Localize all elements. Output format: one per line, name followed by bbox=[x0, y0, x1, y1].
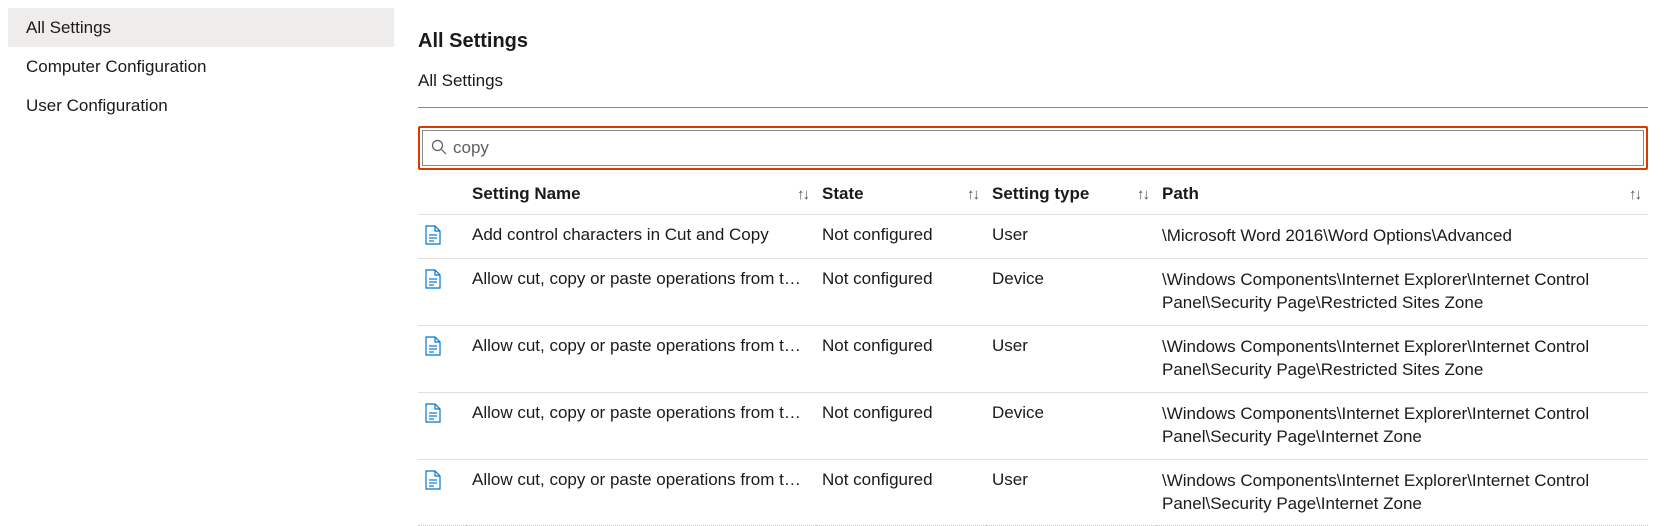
search-input[interactable] bbox=[453, 138, 1635, 158]
table-row[interactable]: Allow cut, copy or paste operations from… bbox=[418, 459, 1648, 526]
cell-setting-name: Allow cut, copy or paste operations from… bbox=[466, 392, 816, 459]
document-icon bbox=[418, 258, 466, 325]
cell-setting-name: Add control characters in Cut and Copy bbox=[466, 215, 816, 259]
cell-path: \Windows Components\Internet Explorer\In… bbox=[1156, 258, 1648, 325]
column-header-setting-type[interactable]: Setting type ↑↓ bbox=[986, 180, 1156, 215]
cell-setting-type: User bbox=[986, 325, 1156, 392]
page-title: All Settings bbox=[418, 30, 1648, 53]
cell-setting-name: Allow cut, copy or paste operations from… bbox=[466, 459, 816, 526]
sort-icon[interactable]: ↑↓ bbox=[1629, 186, 1640, 203]
main: All Settings All Settings Setting Name bbox=[402, 0, 1672, 505]
column-label: Path bbox=[1162, 184, 1199, 204]
document-icon bbox=[418, 325, 466, 392]
cell-setting-type: Device bbox=[986, 392, 1156, 459]
cell-state: Not configured bbox=[816, 459, 986, 526]
sort-icon[interactable]: ↑↓ bbox=[1137, 186, 1148, 203]
document-icon bbox=[418, 459, 466, 526]
table-header-row: Setting Name ↑↓ State ↑↓ Setting type ↑↓ bbox=[418, 180, 1648, 215]
cell-path: \Windows Components\Internet Explorer\In… bbox=[1156, 459, 1648, 526]
cell-setting-name: Allow cut, copy or paste operations from… bbox=[466, 325, 816, 392]
sort-icon[interactable]: ↑↓ bbox=[797, 186, 808, 203]
search-icon bbox=[431, 139, 447, 158]
column-label: Setting Name bbox=[472, 184, 581, 204]
cell-path: \Microsoft Word 2016\Word Options\Advanc… bbox=[1156, 215, 1648, 259]
sidebar: All Settings Computer Configuration User… bbox=[0, 0, 402, 505]
sidebar-item-all-settings[interactable]: All Settings bbox=[8, 8, 394, 47]
sidebar-item-label: Computer Configuration bbox=[26, 57, 206, 76]
table-row[interactable]: Add control characters in Cut and Copy N… bbox=[418, 215, 1648, 259]
cell-setting-name: Allow cut, copy or paste operations from… bbox=[466, 258, 816, 325]
cell-state: Not configured bbox=[816, 258, 986, 325]
column-label: State bbox=[822, 184, 864, 204]
settings-table: Setting Name ↑↓ State ↑↓ Setting type ↑↓ bbox=[418, 180, 1648, 526]
sidebar-item-user-configuration[interactable]: User Configuration bbox=[8, 86, 394, 125]
table-row[interactable]: Allow cut, copy or paste operations from… bbox=[418, 392, 1648, 459]
cell-state: Not configured bbox=[816, 215, 986, 259]
table-row[interactable]: Allow cut, copy or paste operations from… bbox=[418, 325, 1648, 392]
column-label: Setting type bbox=[992, 184, 1089, 204]
sidebar-item-label: All Settings bbox=[26, 18, 111, 37]
column-header-icon bbox=[418, 180, 466, 215]
cell-state: Not configured bbox=[816, 325, 986, 392]
document-icon bbox=[418, 392, 466, 459]
cell-path: \Windows Components\Internet Explorer\In… bbox=[1156, 325, 1648, 392]
column-header-setting-name[interactable]: Setting Name ↑↓ bbox=[466, 180, 816, 215]
cell-setting-type: Device bbox=[986, 258, 1156, 325]
document-icon bbox=[418, 215, 466, 259]
sidebar-item-label: User Configuration bbox=[26, 96, 168, 115]
cell-setting-type: User bbox=[986, 215, 1156, 259]
search-highlight-frame bbox=[418, 126, 1648, 170]
sidebar-item-computer-configuration[interactable]: Computer Configuration bbox=[8, 47, 394, 86]
cell-state: Not configured bbox=[816, 392, 986, 459]
column-header-path[interactable]: Path ↑↓ bbox=[1156, 180, 1648, 215]
breadcrumb: All Settings bbox=[418, 71, 1648, 108]
cell-setting-type: User bbox=[986, 459, 1156, 526]
sort-icon[interactable]: ↑↓ bbox=[967, 186, 978, 203]
search-box[interactable] bbox=[422, 130, 1644, 166]
cell-path: \Windows Components\Internet Explorer\In… bbox=[1156, 392, 1648, 459]
column-header-state[interactable]: State ↑↓ bbox=[816, 180, 986, 215]
table-row[interactable]: Allow cut, copy or paste operations from… bbox=[418, 258, 1648, 325]
